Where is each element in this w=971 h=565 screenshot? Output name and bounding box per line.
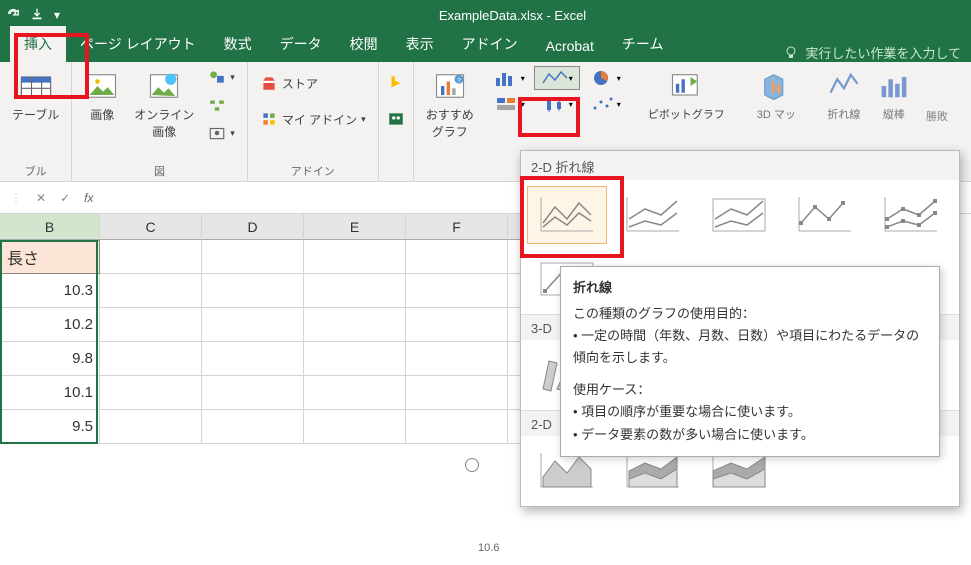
- col-header-d[interactable]: D: [202, 214, 304, 240]
- divider: ⋮: [10, 191, 22, 205]
- cell-data[interactable]: 10.1: [0, 376, 100, 410]
- tab-team[interactable]: チーム: [608, 26, 678, 62]
- window-title: ExampleData.xlsx - Excel: [60, 8, 965, 23]
- line-chart-thumb[interactable]: [527, 186, 607, 244]
- group-label-addins: アドイン: [291, 161, 335, 179]
- 100-stacked-line-thumb[interactable]: [699, 186, 779, 244]
- cell-b-header[interactable]: 長さ: [0, 240, 100, 274]
- ribbon-group-addins: ストア マイ アドイン ▾ アドイン: [248, 62, 379, 181]
- pie-chart-button[interactable]: ▾: [582, 66, 628, 90]
- tell-me-search[interactable]: 実行したい作業を入力して: [773, 43, 971, 62]
- pivot-chart-button[interactable]: ピボットグラフ: [646, 66, 727, 124]
- stacked-line-thumb[interactable]: [613, 186, 693, 244]
- chart-type-buttons: ▾ ▾ ▾ ▾ ▾ ▾: [486, 66, 636, 116]
- ribbon-group-illustrations: 画像 オンライン 画像 ▾ ▾ 図: [72, 62, 248, 181]
- scatter-chart-button[interactable]: ▾: [582, 92, 628, 116]
- store-button[interactable]: ストア: [258, 72, 368, 94]
- shapes-icon: [208, 68, 226, 86]
- chart-type-tooltip: 折れ線 この種類のグラフの使用目的： • 一定の時間（年数、月数、日数）や項目に…: [560, 266, 940, 457]
- column-chart-button[interactable]: ▾: [486, 66, 532, 90]
- tooltip-purpose-label: この種類のグラフの使用目的：: [573, 303, 927, 325]
- tab-acrobat[interactable]: Acrobat: [532, 30, 608, 62]
- online-pictures-button[interactable]: オンライン 画像: [132, 66, 196, 142]
- touch-mode-icon[interactable]: [30, 7, 44, 24]
- store-icon: [260, 74, 278, 92]
- stacked-line-markers-thumb[interactable]: [871, 186, 951, 244]
- table-icon: [18, 68, 54, 104]
- ribbon-group-bing: [379, 62, 414, 181]
- tell-me-placeholder: 実行したい作業を入力して: [805, 43, 961, 62]
- statistic-chart-button[interactable]: ▾: [534, 92, 580, 116]
- people-graph-icon: [387, 110, 405, 128]
- tooltip-usecase-label: 使用ケース：: [573, 379, 927, 401]
- my-addins-button[interactable]: マイ アドイン ▾: [258, 108, 368, 130]
- group-label-illustrations: 図: [154, 161, 165, 179]
- sparkline-col-icon: [876, 68, 912, 104]
- 3d-map-button[interactable]: 3D マッ: [755, 66, 798, 124]
- picture-icon: [84, 68, 120, 104]
- table-button[interactable]: テーブル: [10, 66, 61, 125]
- cancel-formula-icon[interactable]: ✕: [36, 191, 46, 205]
- tab-review[interactable]: 校閲: [336, 26, 392, 62]
- tab-formulas[interactable]: 数式: [210, 26, 266, 62]
- sparkline-line-button[interactable]: 折れ線: [824, 66, 864, 124]
- line-chart-button[interactable]: ▾: [534, 66, 580, 90]
- cell-data[interactable]: 10.3: [0, 274, 100, 308]
- bing-icon: [387, 74, 405, 92]
- 3d-map-icon: [758, 68, 794, 104]
- chart-y-tick: 10.6: [478, 542, 499, 554]
- section-2d-line: 2-D 折れ線: [521, 151, 959, 180]
- redo-icon[interactable]: [6, 7, 20, 24]
- tooltip-title: 折れ線: [573, 277, 927, 299]
- pivot-chart-icon: [668, 68, 704, 104]
- group-label-tables: ブル: [25, 161, 47, 179]
- sparkline-line-icon: [826, 68, 862, 104]
- pictures-button[interactable]: 画像: [82, 66, 122, 125]
- quick-access-toolbar: ▾: [6, 7, 60, 24]
- cell-data[interactable]: 10.2: [0, 308, 100, 342]
- ribbon-group-tables: テーブル ブル: [0, 62, 72, 181]
- col-header-e[interactable]: E: [304, 214, 406, 240]
- cell-data[interactable]: 9.8: [0, 342, 100, 376]
- tab-data[interactable]: データ: [266, 26, 336, 62]
- chart-resize-handle[interactable]: [465, 458, 479, 472]
- col-header-f[interactable]: F: [406, 214, 508, 240]
- sparkline-column-button[interactable]: 縦棒: [874, 66, 914, 124]
- recommended-charts-button[interactable]: ? おすすめ グラフ: [424, 66, 476, 142]
- ribbon-tabs: 挿入 ページ レイアウト 数式 データ 校閲 表示 アドイン Acrobat チ…: [0, 30, 971, 62]
- addins-icon: [260, 110, 278, 128]
- line-markers-thumb[interactable]: [785, 186, 865, 244]
- recommended-charts-icon: ?: [432, 68, 468, 104]
- cell-data[interactable]: 9.5: [0, 410, 100, 444]
- smartart-button[interactable]: [206, 94, 237, 116]
- smartart-icon: [208, 96, 226, 114]
- tab-view[interactable]: 表示: [392, 26, 448, 62]
- accept-formula-icon[interactable]: ✓: [60, 191, 70, 205]
- tab-page-layout[interactable]: ページ レイアウト: [66, 26, 210, 62]
- shapes-button[interactable]: ▾: [206, 66, 237, 88]
- svg-text:?: ?: [457, 78, 461, 85]
- sparkline-winloss-button[interactable]: 勝敗: [924, 66, 950, 126]
- bing-maps-button[interactable]: [385, 72, 407, 94]
- lightbulb-icon: [783, 45, 799, 61]
- hierarchy-chart-button[interactable]: ▾: [486, 92, 532, 116]
- people-graph-button[interactable]: [385, 108, 407, 130]
- screenshot-icon: [208, 124, 226, 142]
- tab-insert[interactable]: 挿入: [10, 26, 66, 62]
- tab-addins[interactable]: アドイン: [448, 26, 532, 62]
- online-picture-icon: [146, 68, 182, 104]
- col-header-b[interactable]: B: [0, 214, 100, 240]
- screenshot-button[interactable]: ▾: [206, 122, 237, 144]
- col-header-c[interactable]: C: [100, 214, 202, 240]
- fx-icon[interactable]: fx: [84, 191, 93, 205]
